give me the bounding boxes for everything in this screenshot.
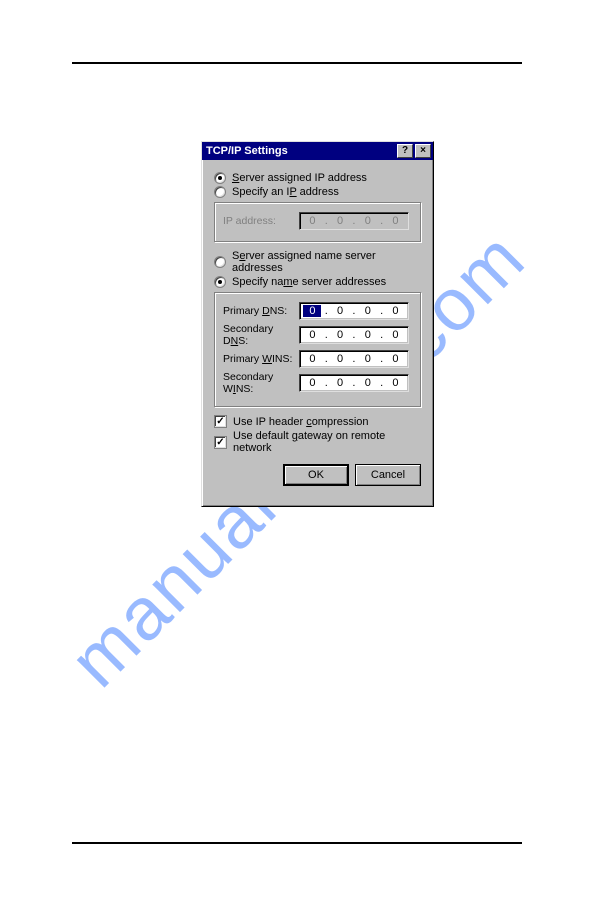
primary-wins-label: Primary WINS:Primary WINS:: [223, 353, 299, 365]
primary-dns-input[interactable]: 0. 0. 0. 0: [299, 302, 409, 320]
document-page: manualshive.com TCP/IP Settings ? × SSer…: [0, 0, 594, 918]
button-row: OK Cancel: [214, 464, 421, 486]
dialog-title: TCP/IP Settings: [206, 145, 288, 157]
cancel-button[interactable]: Cancel: [355, 464, 421, 486]
dialog-body: SServer assigned IP addresserver assigne…: [202, 160, 433, 494]
secondary-dns-input[interactable]: 0. 0. 0. 0: [299, 326, 409, 344]
radio-icon: [214, 172, 226, 184]
radio-specify-ip[interactable]: Specify an IP addressSpecify an IP addre…: [214, 186, 421, 198]
ip-address-group: IP address: 0. 0. 0. 0: [214, 202, 421, 242]
check-icon: ✓: [214, 415, 227, 428]
primary-dns-label: Primary DNS:Primary DNS:: [223, 305, 299, 317]
close-button[interactable]: ×: [415, 144, 431, 158]
secondary-dns-label: Secondary DNS:Secondary DNS:: [223, 323, 299, 347]
checkbox-label: Use IP header compressionUse IP header c…: [233, 416, 369, 428]
help-button[interactable]: ?: [397, 144, 413, 158]
radio-label: Specify name server addressesSpecify nam…: [232, 276, 386, 288]
secondary-wins-input[interactable]: 0. 0. 0. 0: [299, 374, 409, 392]
checkbox-ip-compression[interactable]: ✓ Use IP header compressionUse IP header…: [214, 415, 421, 428]
radio-label: Server assigned name server addressesSer…: [232, 250, 421, 274]
radio-server-ip[interactable]: SServer assigned IP addresserver assigne…: [214, 172, 421, 184]
radio-label: SServer assigned IP addresserver assigne…: [232, 172, 367, 184]
dialog-titlebar: TCP/IP Settings ? ×: [202, 142, 433, 160]
page-rule-top: [72, 62, 522, 64]
checkbox-default-gateway[interactable]: ✓ Use default gateway on remote networkU…: [214, 430, 421, 454]
checkbox-label: Use default gateway on remote networkUse…: [233, 430, 421, 454]
radio-icon: [214, 186, 226, 198]
radio-icon: [214, 256, 226, 268]
radio-icon: [214, 276, 226, 288]
ip-address-label: IP address:: [223, 215, 299, 227]
ok-button[interactable]: OK: [283, 464, 349, 486]
secondary-wins-label: Secondary WINS:Secondary WINS:: [223, 371, 299, 395]
tcpip-settings-dialog: TCP/IP Settings ? × SServer assigned IP …: [201, 141, 434, 507]
name-server-group: Primary DNS:Primary DNS: 0. 0. 0. 0 Seco…: [214, 292, 421, 407]
check-icon: ✓: [214, 436, 227, 449]
ip-address-input: 0. 0. 0. 0: [299, 212, 409, 230]
radio-server-ns[interactable]: Server assigned name server addressesSer…: [214, 250, 421, 274]
radio-label: Specify an IP addressSpecify an IP addre…: [232, 186, 339, 198]
page-rule-bottom: [72, 842, 522, 844]
primary-wins-input[interactable]: 0. 0. 0. 0: [299, 350, 409, 368]
radio-specify-ns[interactable]: Specify name server addressesSpecify nam…: [214, 276, 421, 288]
